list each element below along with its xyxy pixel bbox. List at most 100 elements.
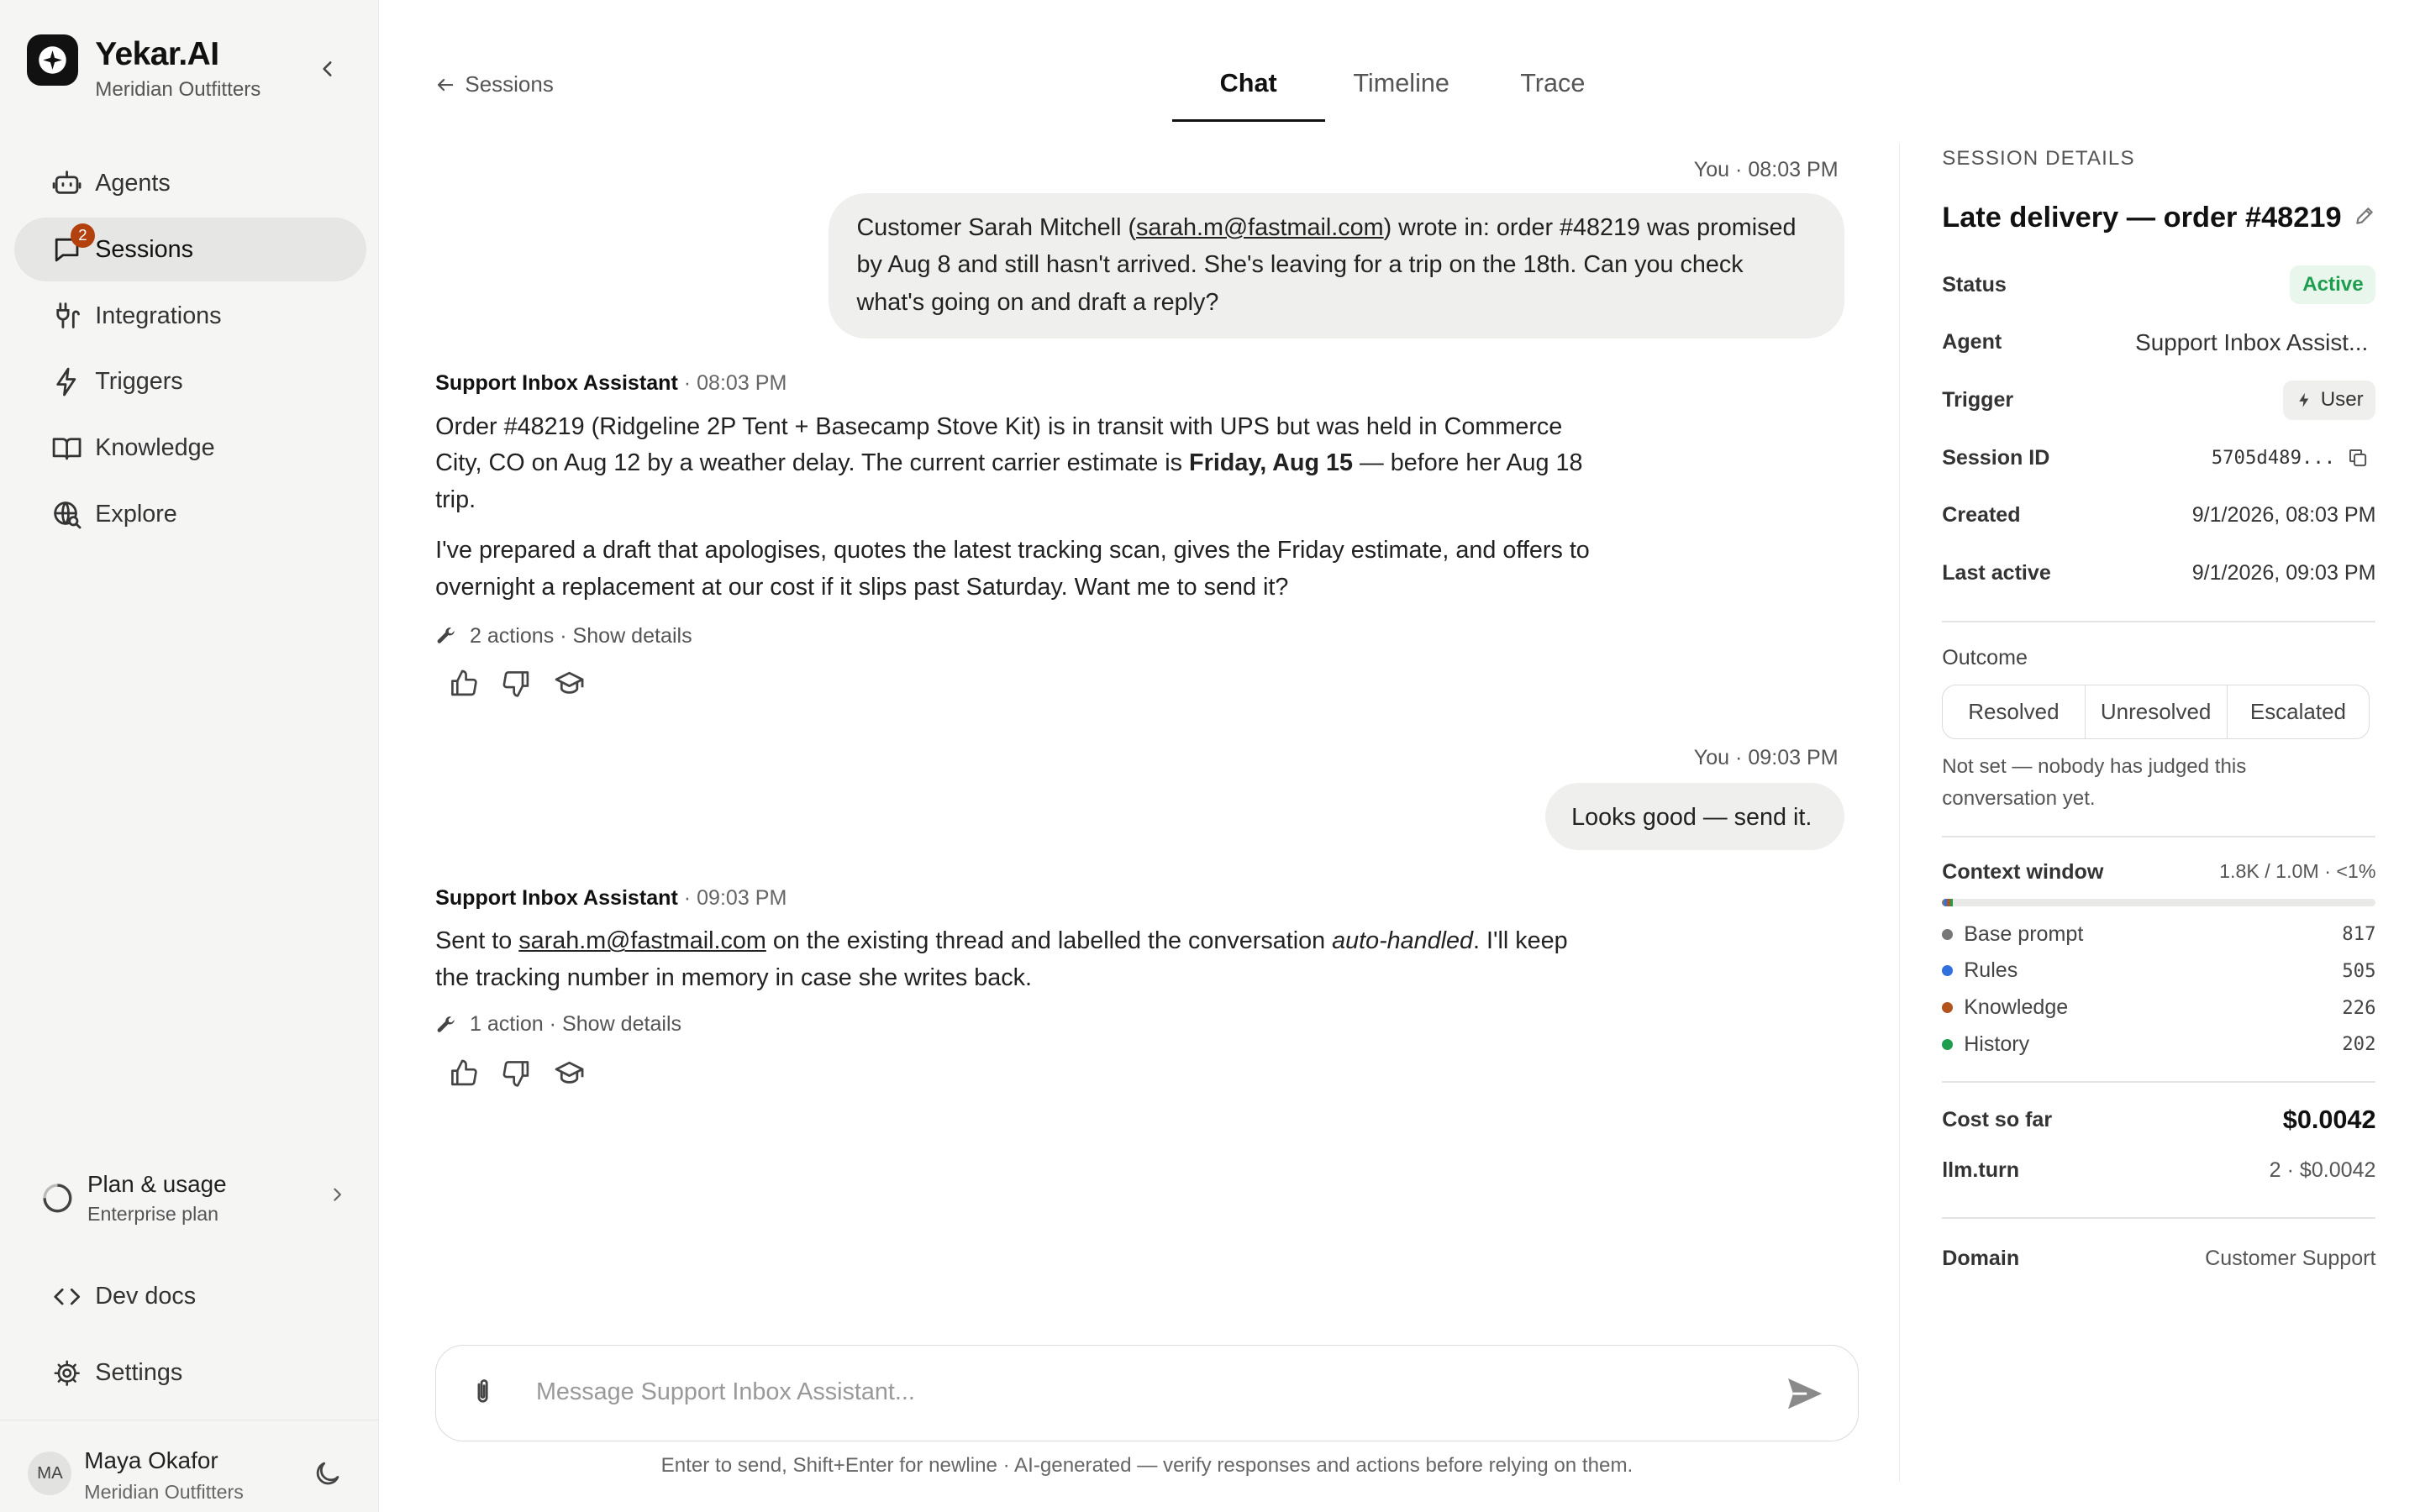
outcome-resolved-button[interactable]: Resolved <box>1943 685 2086 738</box>
email-link[interactable]: sarah.m@fastmail.com <box>518 927 766 954</box>
message-meta: You · 08:03 PM <box>1693 157 1839 181</box>
session-id-value: 5705d489... <box>2211 447 2336 470</box>
assistant-name: Support Inbox Assistant <box>435 370 678 395</box>
edit-title-button[interactable] <box>2354 202 2375 234</box>
nav-item-triggers[interactable]: Triggers <box>14 350 367 414</box>
divider <box>1942 1216 2376 1219</box>
chat-main: Sessions Chat Timeline Trace You · 08:03… <box>379 0 1899 1512</box>
thumbs-up-button[interactable] <box>442 1052 486 1095</box>
plan-usage-button[interactable]: Plan & usage Enterprise plan <box>40 1163 352 1232</box>
status-badge: Active <box>2290 265 2376 305</box>
nav-item-integrations[interactable]: Integrations <box>14 284 367 348</box>
detail-row-status: Status Active <box>1942 256 2376 314</box>
message-meta: You · 09:03 PM <box>1693 745 1839 769</box>
message-time: · 09:03 PM <box>683 885 787 910</box>
message-composer <box>435 1344 1859 1441</box>
detail-row-last-active: Last active 9/1/2026, 09:03 PM <box>1942 561 2376 585</box>
nav-label: Explore <box>95 501 177 528</box>
bolt-icon <box>2299 392 2309 407</box>
legend-row-knowledge: Knowledge 226 <box>1942 990 2375 1026</box>
assistant-name: Support Inbox Assistant <box>435 885 678 910</box>
teach-button[interactable] <box>548 1052 592 1095</box>
composer-disclaimer: Enter to send, Shift+Enter for newline ·… <box>660 1453 1634 1477</box>
brand-title: Yekar.AI <box>95 35 219 72</box>
user-org: Meridian Outfitters <box>84 1481 244 1504</box>
thumbs-down-icon <box>502 1061 529 1087</box>
cost-row: Cost so far $0.0042 <box>1942 1105 2376 1135</box>
copy-icon <box>2349 449 2367 467</box>
detail-row-session-id: Session ID 5705d489... <box>1942 429 2375 487</box>
thumbs-down-button[interactable] <box>495 661 539 705</box>
plan-subtitle: Enterprise plan <box>87 1202 219 1225</box>
divider <box>1942 1081 2376 1084</box>
outcome-note: Not set — nobody has judged this convers… <box>1942 755 2247 810</box>
thumbs-up-button[interactable] <box>442 661 486 705</box>
session-title: Late delivery — order #48219 <box>1942 202 2375 234</box>
panel-heading: SESSION DETAILS <box>1942 146 2135 170</box>
brand-logo-icon <box>26 34 78 87</box>
plan-title: Plan & usage <box>87 1170 227 1197</box>
wrench-icon <box>437 1016 455 1032</box>
nav-item-agents[interactable]: Agents <box>14 151 367 215</box>
dev-docs-link[interactable]: Dev docs <box>53 1283 196 1310</box>
plug-icon <box>51 300 82 331</box>
outcome-escalated-button[interactable]: Escalated <box>2228 685 2369 738</box>
outcome-unresolved-button[interactable]: Unresolved <box>2086 685 2228 738</box>
agent-link[interactable]: Support Inbox Assist... <box>2135 329 2368 356</box>
back-to-sessions-link[interactable]: Sessions <box>435 71 554 97</box>
main-nav: Agents 2 Sessions Integrations Triggers … <box>13 151 367 549</box>
divider <box>1942 835 2376 837</box>
gear-icon <box>53 1359 81 1387</box>
graduation-cap-icon <box>555 1061 584 1084</box>
actions-toggle[interactable]: 1 action · Show details <box>435 1012 681 1037</box>
tab-timeline[interactable]: Timeline <box>1325 53 1478 122</box>
detail-row-created: Created 9/1/2026, 08:03 PM <box>1942 503 2376 528</box>
nav-item-knowledge[interactable]: Knowledge <box>14 417 367 480</box>
assistant-message: Order #48219 (Ridgeline 2P Tent + Baseca… <box>435 409 1590 621</box>
legend-row-base-prompt: Base prompt 817 <box>1942 916 2375 953</box>
actions-toggle[interactable]: 2 actions · Show details <box>435 624 692 648</box>
feedback-bar <box>442 1052 601 1095</box>
assistant-message-meta: Support Inbox Assistant · 08:03 PM <box>435 371 786 396</box>
chevron-left-icon <box>323 60 332 76</box>
tab-trace[interactable]: Trace <box>1478 53 1628 122</box>
message-paragraph: Order #48219 (Ridgeline 2P Tent + Baseca… <box>435 412 1583 513</box>
domain-row: Domain Customer Support <box>1942 1247 2376 1271</box>
legend-dot <box>1942 1002 1954 1014</box>
thumbs-up-icon <box>450 669 477 696</box>
moon-icon <box>317 1462 339 1484</box>
message-input[interactable] <box>535 1367 1754 1418</box>
context-window-row: Context window 1.8K / 1.0M · <1% <box>1942 860 2376 885</box>
arrow-left-icon <box>438 78 454 92</box>
user-profile[interactable]: MA Maya Okafor Meridian Outfitters <box>0 1419 380 1512</box>
avatar: MA <box>28 1452 72 1496</box>
collapse-sidebar-button[interactable] <box>312 53 343 84</box>
user-message-bubble: Looks good — send it. <box>1544 783 1845 851</box>
assistant-message: Sent to sarah.m@fastmail.com on the exis… <box>435 923 1590 1011</box>
tab-chat[interactable]: Chat <box>1171 53 1325 122</box>
theme-toggle-button[interactable] <box>312 1458 343 1489</box>
nav-label: Agents <box>95 169 171 197</box>
send-button[interactable] <box>1785 1373 1825 1414</box>
chevron-right-icon <box>334 1188 341 1202</box>
copy-session-id-button[interactable] <box>2348 448 2368 468</box>
thumbs-down-button[interactable] <box>495 1052 539 1095</box>
attach-file-button[interactable] <box>467 1375 502 1410</box>
nav-label: Triggers <box>95 368 183 396</box>
cost-value: $0.0042 <box>2282 1105 2376 1135</box>
nav-item-explore[interactable]: Explore <box>14 483 367 547</box>
email-link[interactable]: sarah.m@fastmail.com <box>1136 214 1384 241</box>
nav-label: Knowledge <box>95 434 215 462</box>
brand-org: Meridian Outfitters <box>95 77 261 101</box>
legend-dot <box>1942 928 1954 940</box>
user-name: Maya Okafor <box>84 1446 218 1473</box>
message-time: · 08:03 PM <box>683 370 787 395</box>
trigger-badge: User <box>2283 381 2376 420</box>
book-icon <box>51 433 82 464</box>
settings-link[interactable]: Settings <box>53 1359 182 1387</box>
teach-button[interactable] <box>548 661 592 705</box>
nav-item-sessions[interactable]: 2 Sessions <box>13 218 367 282</box>
nav-label: Sessions <box>95 235 193 263</box>
sidebar: Yekar.AI Meridian Outfitters Agents 2 Se… <box>0 0 380 1512</box>
view-tabs: Chat Timeline Trace <box>1171 53 1628 122</box>
